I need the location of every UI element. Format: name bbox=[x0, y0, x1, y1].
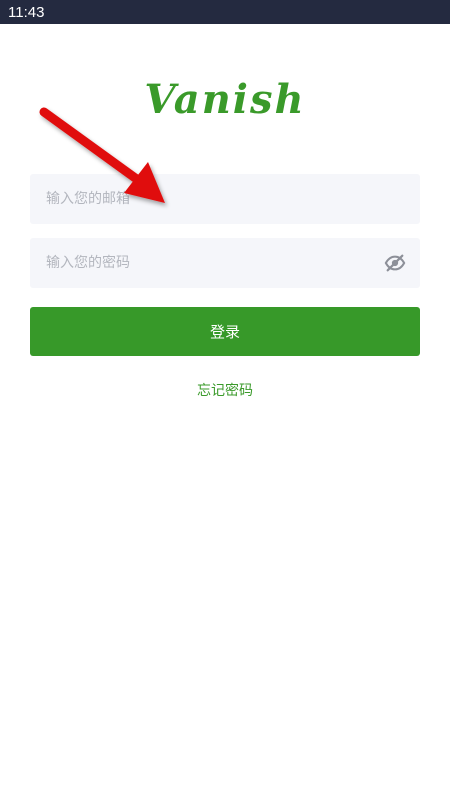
status-time: 11:43 bbox=[8, 3, 45, 21]
forgot-password-link[interactable]: 忘记密码 bbox=[0, 380, 450, 400]
email-field[interactable] bbox=[30, 174, 420, 224]
app-logo: Vanish bbox=[144, 76, 306, 123]
password-field[interactable] bbox=[30, 238, 420, 288]
login-button[interactable]: 登录 bbox=[30, 307, 420, 356]
status-bar: 11:43 bbox=[0, 0, 450, 24]
email-input[interactable] bbox=[46, 174, 406, 224]
password-input[interactable] bbox=[46, 238, 384, 288]
eye-slash-icon[interactable] bbox=[384, 252, 406, 274]
